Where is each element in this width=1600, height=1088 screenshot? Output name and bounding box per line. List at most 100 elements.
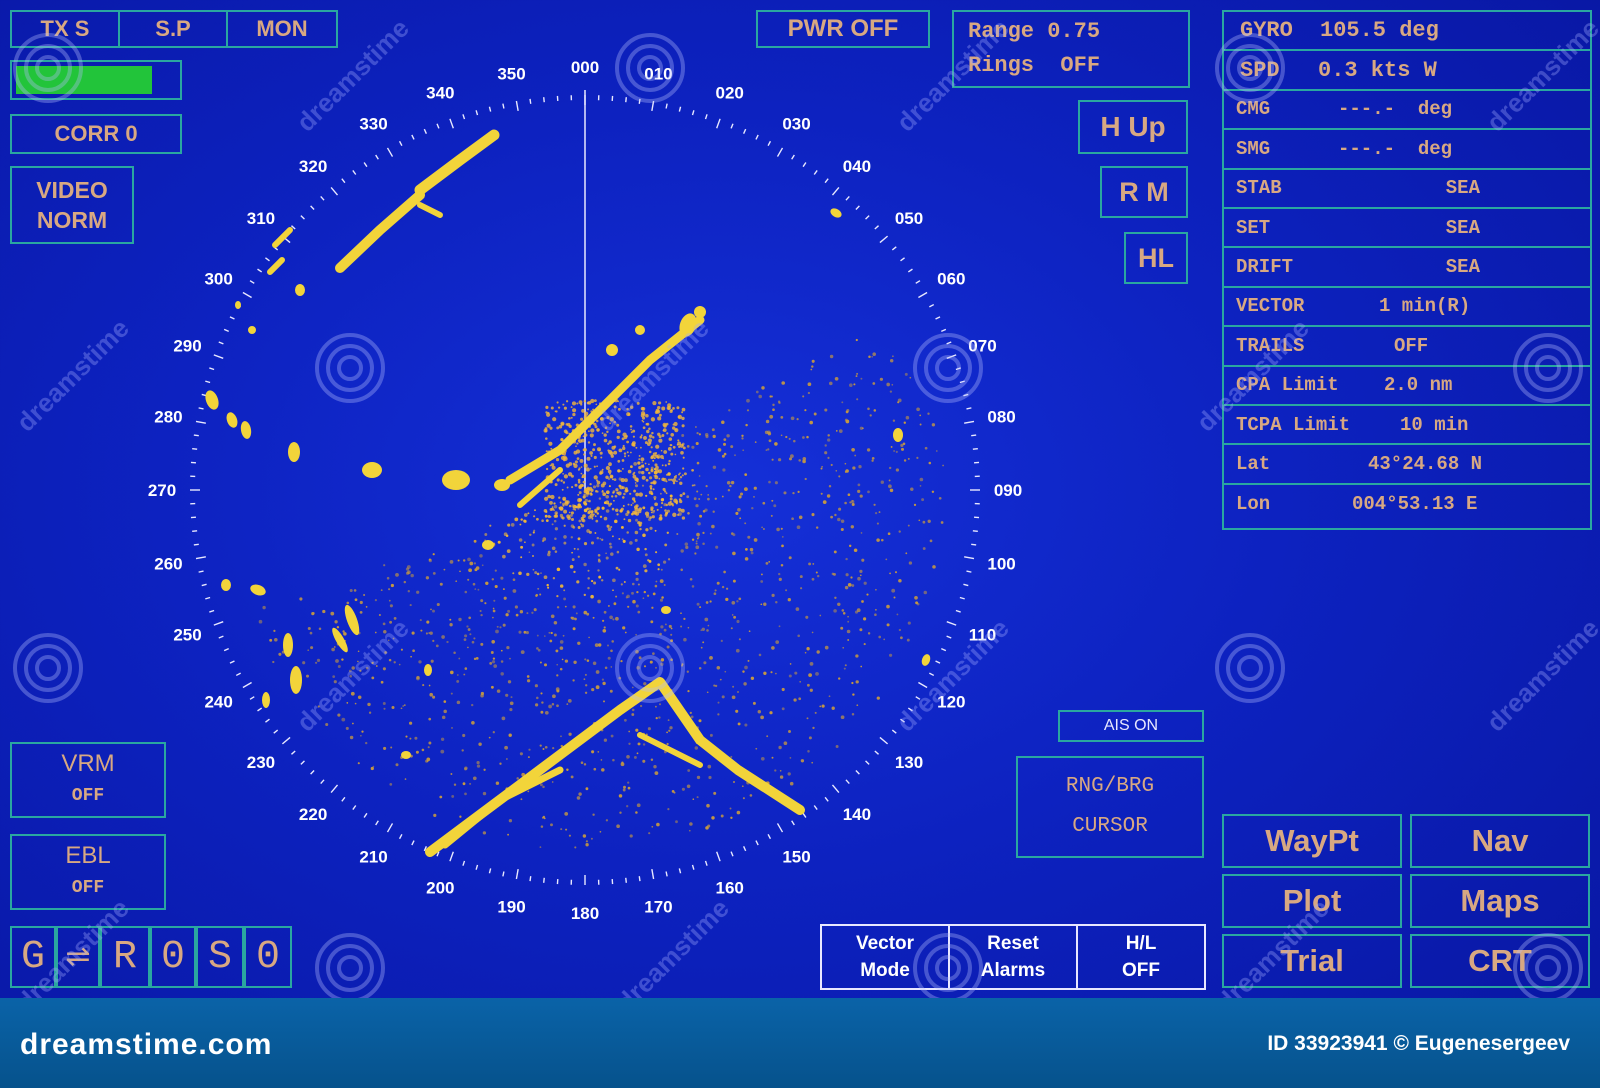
radar-echo [494,479,510,491]
radar-echo [606,344,618,356]
status-code-cell: 0 [244,926,292,988]
bearing-tick [964,556,975,560]
bearing-label: 330 [359,115,387,134]
bearing-tick [386,823,394,833]
bearing-label: 240 [204,693,232,712]
corr-button[interactable]: CORR 0 [10,114,182,154]
bearing-tick [229,660,235,664]
menu-button-maps[interactable]: Maps [1410,874,1590,928]
bearing-label: 230 [247,753,275,772]
ais-label: AIS ON [1103,717,1159,734]
bearing-tick [198,407,204,410]
bearing-tick [352,170,357,175]
bearing-tick [320,195,325,201]
bearing-tick [845,779,850,785]
bearing-tick [195,420,206,424]
info-label: Lon [1236,493,1271,516]
bearing-label: 180 [571,904,599,923]
bearing-tick [742,845,747,852]
info-label: DRIFT [1236,256,1294,279]
bearing-tick [352,805,357,810]
bearing-tick [855,205,860,210]
radar-echo [295,284,305,296]
bearing-label: 090 [994,481,1022,500]
bearing-tick [223,647,230,652]
bearing-label: 060 [937,270,965,289]
radar-echo [482,540,494,550]
site-logo-text: dreamstime.com [20,1028,273,1061]
corr-label: CORR 0 [54,121,138,146]
radar-echo [830,208,842,218]
bearing-tick [423,128,428,135]
bearing-tick [716,118,721,129]
radar-echo [424,664,432,676]
head-up-button[interactable]: H Up [1078,100,1188,154]
bearing-tick [488,106,492,112]
hl-off-button[interactable]: H/L OFF [1076,924,1206,990]
vrm-button[interactable]: VRM OFF [10,742,166,818]
mon-button[interactable]: MON [226,10,338,48]
bearing-tick [462,114,466,120]
button-label-line1: Reset [987,933,1039,954]
info-row-vector: VECTOR 1 min(R) [1224,288,1590,328]
bearing-tick [972,448,978,450]
bearing-tick [529,876,532,882]
relative-motion-label: R M [1119,176,1169,207]
radar-echo [267,257,285,275]
bearing-tick [665,871,668,877]
bearing-tick [462,860,466,866]
relative-motion-button[interactable]: R M [1100,166,1188,218]
bearing-label: 280 [154,408,182,427]
bearing-tick [529,98,532,104]
bearing-tick [972,530,978,532]
status-code-cell: S [196,926,244,988]
menu-button-nav[interactable]: Nav [1410,814,1590,868]
bearing-tick [436,123,440,129]
power-off-button[interactable]: PWR OFF [756,10,930,48]
video-label: VIDEO [36,177,108,203]
bearing-label: 130 [895,753,923,772]
button-label-line2: OFF [1122,960,1160,981]
radar-echo [262,692,270,708]
bearing-label: 080 [987,408,1015,427]
bearing-tick [971,543,977,546]
button-label-line1: Vector [855,933,915,954]
bearing-tick [704,860,708,866]
radar-echo [288,442,300,462]
head-up-label: H Up [1100,111,1166,142]
rng-brg-cursor-button[interactable]: RNG/BRG CURSOR [1016,756,1204,858]
info-value: SEA [1445,177,1480,200]
watermark-spiral-icon [1512,332,1584,409]
sp-button[interactable]: S.P [118,10,228,48]
bearing-tick [257,707,263,712]
bearing-tick [249,696,255,700]
rng-brg-label: RNG/BRG [1065,775,1155,798]
bearing-tick [935,316,941,320]
menu-button-waypt[interactable]: WayPt [1222,814,1402,868]
radar-echo [637,732,703,768]
bearing-tick [273,729,279,734]
info-value: SEA [1445,216,1480,239]
ebl-button[interactable]: EBL OFF [10,834,166,910]
bearing-label: 030 [782,115,810,134]
info-label: Lat [1236,453,1271,476]
ais-button[interactable]: AIS ON [1058,710,1204,742]
bearing-tick [449,851,454,862]
info-value: OFF [1394,334,1429,357]
radar-echo [226,412,238,428]
video-button[interactable]: VIDEO NORM [10,166,134,244]
bearing-tick [879,736,889,745]
info-value: 105.5 deg [1320,18,1439,44]
bearing-tick [411,840,415,846]
button-label-line2: Alarms [980,960,1046,981]
bearing-tick [281,736,291,745]
bearing-tick [265,718,270,723]
bearing-tick [193,543,199,546]
heading-line-button[interactable]: HL [1124,232,1188,284]
bearing-tick [767,834,772,840]
bearing-tick [964,420,975,424]
radar-echo [248,326,256,334]
bearing-label: 350 [497,64,525,83]
status-code-cell: 0 [150,926,196,988]
bearing-tick [625,877,627,883]
